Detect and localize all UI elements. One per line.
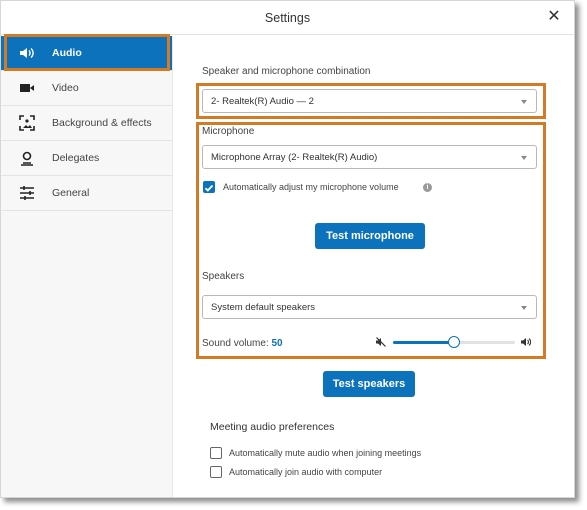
- sidebar-item-video[interactable]: Video: [1, 71, 172, 106]
- mute-icon[interactable]: [376, 337, 386, 347]
- volume-max-icon[interactable]: [521, 337, 531, 347]
- close-icon[interactable]: ✕: [546, 8, 562, 26]
- settings-window: Settings ✕ Audio Video Background & effe…: [0, 0, 575, 498]
- auto-adjust-label: Automatically adjust my microphone volum…: [223, 182, 399, 192]
- background-icon: [19, 115, 35, 131]
- auto-mute-label: Automatically mute audio when joining me…: [229, 448, 422, 458]
- speakers-value: System default speakers: [211, 301, 316, 313]
- sidebar-item-label: Video: [52, 82, 79, 94]
- sidebar-item-audio[interactable]: Audio: [1, 34, 172, 71]
- video-camera-icon: [19, 80, 35, 96]
- auto-adjust-checkbox[interactable]: [203, 181, 215, 193]
- sliders-icon: [19, 185, 35, 201]
- sidebar-item-general[interactable]: General: [1, 176, 172, 211]
- combo-label: Speaker and microphone combination: [202, 66, 371, 77]
- speaker-icon: [19, 45, 35, 61]
- checkmark-icon: [204, 184, 214, 192]
- sidebar-item-label: Audio: [52, 47, 82, 59]
- speakers-select[interactable]: System default speakers: [202, 295, 537, 319]
- audio-settings-panel: Speaker and microphone combination 2- Re…: [174, 36, 574, 497]
- sound-volume-text: Sound volume:: [202, 338, 269, 349]
- delegate-icon: [19, 150, 35, 166]
- test-speakers-button[interactable]: Test speakers: [323, 371, 415, 397]
- test-microphone-button[interactable]: Test microphone: [315, 223, 425, 249]
- sidebar-item-label: Background & effects: [52, 117, 152, 129]
- auto-mute-checkbox[interactable]: [210, 447, 222, 459]
- speaker-mic-combo-select[interactable]: 2- Realtek(R) Audio — 2: [202, 89, 537, 113]
- microphone-select[interactable]: Microphone Array (2- Realtek(R) Audio): [202, 145, 537, 169]
- microphone-value: Microphone Array (2- Realtek(R) Audio): [211, 151, 378, 163]
- sound-volume-value: 50: [271, 338, 283, 349]
- auto-join-checkbox[interactable]: [210, 466, 222, 478]
- window-title: Settings: [264, 11, 311, 25]
- chevron-down-icon: [521, 100, 527, 104]
- sound-volume-label: Sound volume: 50: [202, 338, 283, 349]
- volume-slider-thumb[interactable]: [448, 336, 460, 348]
- microphone-label: Microphone: [202, 126, 255, 137]
- info-icon[interactable]: i: [423, 183, 432, 192]
- chevron-down-icon: [521, 306, 527, 310]
- sidebar-item-background-effects[interactable]: Background & effects: [1, 106, 172, 141]
- speakers-label: Speakers: [202, 271, 245, 282]
- sidebar-item-label: General: [52, 187, 90, 199]
- chevron-down-icon: [521, 156, 527, 160]
- sidebar-item-delegates[interactable]: Delegates: [1, 141, 172, 176]
- meeting-audio-preferences-title: Meeting audio preferences: [210, 421, 335, 433]
- auto-join-label: Automatically join audio with computer: [229, 467, 383, 477]
- combo-value: 2- Realtek(R) Audio — 2: [211, 95, 314, 107]
- sidebar-item-label: Delegates: [52, 152, 100, 164]
- title-bar: Settings ✕: [1, 1, 574, 35]
- volume-slider[interactable]: [393, 336, 515, 348]
- sidebar: Audio Video Background & effects Delegat…: [1, 34, 173, 497]
- volume-slider-fill: [393, 341, 454, 344]
